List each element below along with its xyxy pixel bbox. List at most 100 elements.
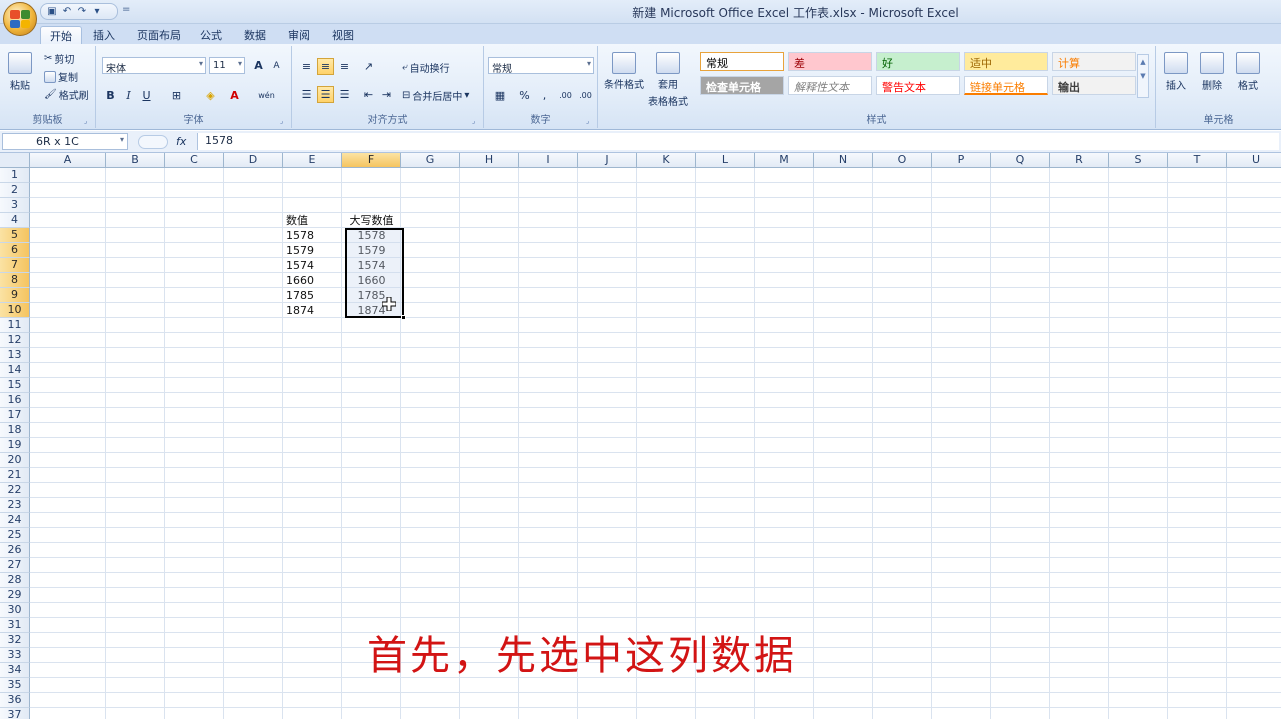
tab-formulas[interactable]: 公式 xyxy=(191,26,231,44)
fill-color-button[interactable]: ◈ xyxy=(202,87,219,104)
cell-e9[interactable]: 1785 xyxy=(283,288,342,303)
cell-e7[interactable]: 1574 xyxy=(283,258,342,273)
style-warning[interactable]: 警告文本 xyxy=(876,76,960,95)
style-linked-cell[interactable]: 链接单元格 xyxy=(964,76,1048,95)
italic-button[interactable]: I xyxy=(120,87,137,104)
merge-center-button[interactable]: ⊟ 合并后居中 ▾ xyxy=(402,88,469,103)
column-header-m[interactable]: M xyxy=(755,153,814,168)
font-size-select[interactable]: 11 ▾ xyxy=(209,57,245,74)
column-header-h[interactable]: H xyxy=(460,153,519,168)
row-header-1[interactable]: 1 xyxy=(0,168,30,183)
column-header-k[interactable]: K xyxy=(637,153,696,168)
row-header-6[interactable]: 6 xyxy=(0,243,30,258)
column-header-g[interactable]: G xyxy=(401,153,460,168)
row-header-25[interactable]: 25 xyxy=(0,528,30,543)
style-output[interactable]: 输出 xyxy=(1052,76,1136,95)
font-name-select[interactable]: 宋体 ▾ xyxy=(102,57,206,75)
align-left-button[interactable]: ☰ xyxy=(298,86,315,103)
tab-home[interactable]: 开始 xyxy=(40,26,82,44)
column-header-e[interactable]: E xyxy=(283,153,342,168)
cell-e6[interactable]: 1579 xyxy=(283,243,342,258)
row-header-14[interactable]: 14 xyxy=(0,363,30,378)
name-box[interactable]: 6R x 1C ▾ xyxy=(2,133,128,150)
column-header-n[interactable]: N xyxy=(814,153,873,168)
bold-button[interactable]: B xyxy=(102,87,119,104)
column-header-t[interactable]: T xyxy=(1168,153,1227,168)
underline-button[interactable]: U xyxy=(138,87,155,104)
currency-button[interactable]: ▦ xyxy=(488,87,512,104)
column-header-b[interactable]: B xyxy=(106,153,165,168)
row-header-15[interactable]: 15 xyxy=(0,378,30,393)
format-painter-button[interactable]: 🖌 格式刷 xyxy=(44,87,89,102)
row-header-29[interactable]: 29 xyxy=(0,588,30,603)
number-format-select[interactable]: 常规 ▾ xyxy=(488,57,594,75)
row-header-5[interactable]: 5 xyxy=(0,228,30,243)
row-header-37[interactable]: 37 xyxy=(0,708,30,719)
row-header-9[interactable]: 9 xyxy=(0,288,30,303)
align-middle-button[interactable]: ≡ xyxy=(317,58,334,75)
style-bad[interactable]: 差 xyxy=(788,52,872,71)
conditional-format-button[interactable]: 条件格式 xyxy=(604,52,644,91)
format-cells-button[interactable]: 格式 xyxy=(1236,52,1260,92)
cell-e10[interactable]: 1874 xyxy=(283,303,342,318)
tab-data[interactable]: 数据 xyxy=(235,26,275,44)
column-header-i[interactable]: I xyxy=(519,153,578,168)
row-header-21[interactable]: 21 xyxy=(0,468,30,483)
dialog-launcher-icon[interactable]: ⌟ xyxy=(84,117,92,125)
decrease-indent-button[interactable]: ⇤ xyxy=(360,86,377,103)
column-header-c[interactable]: C xyxy=(165,153,224,168)
font-color-button[interactable]: A xyxy=(226,87,243,104)
row-header-34[interactable]: 34 xyxy=(0,663,30,678)
column-header-r[interactable]: R xyxy=(1050,153,1109,168)
align-right-button[interactable]: ☰ xyxy=(336,86,353,103)
formula-bar-handle[interactable] xyxy=(138,135,168,149)
column-header-q[interactable]: Q xyxy=(991,153,1050,168)
shrink-font-button[interactable]: A xyxy=(268,57,285,74)
cell-e5[interactable]: 1578 xyxy=(283,228,342,243)
row-header-8[interactable]: 8 xyxy=(0,273,30,288)
row-header-3[interactable]: 3 xyxy=(0,198,30,213)
style-normal[interactable]: 常规 xyxy=(700,52,784,71)
phonetic-button[interactable]: wén xyxy=(258,87,275,104)
row-header-7[interactable]: 7 xyxy=(0,258,30,273)
align-bottom-button[interactable]: ≡ xyxy=(336,58,353,75)
increase-decimal-button[interactable]: .00 xyxy=(556,87,575,104)
tab-page-layout[interactable]: 页面布局 xyxy=(128,26,190,44)
column-header-j[interactable]: J xyxy=(578,153,637,168)
align-top-button[interactable]: ≡ xyxy=(298,58,315,75)
orientation-button[interactable]: ↗ xyxy=(360,58,377,75)
row-header-4[interactable]: 4 xyxy=(0,213,30,228)
comma-button[interactable]: , xyxy=(536,87,553,104)
row-header-35[interactable]: 35 xyxy=(0,678,30,693)
border-button[interactable]: ⊞ xyxy=(168,87,185,104)
wrap-text-button[interactable]: ⤶ 自动换行 xyxy=(402,60,450,75)
cell-e4[interactable]: 数值 xyxy=(283,213,342,228)
row-header-23[interactable]: 23 xyxy=(0,498,30,513)
dialog-launcher-icon[interactable]: ⌟ xyxy=(586,117,594,125)
style-check-cell[interactable]: 检查单元格 xyxy=(700,76,784,95)
format-as-table-button[interactable]: 套用 表格格式 xyxy=(648,52,688,108)
row-header-32[interactable]: 32 xyxy=(0,633,30,648)
column-header-p[interactable]: P xyxy=(932,153,991,168)
style-neutral[interactable]: 适中 xyxy=(964,52,1048,71)
delete-cells-button[interactable]: 删除 xyxy=(1200,52,1224,92)
percent-button[interactable]: % xyxy=(516,87,533,104)
align-center-button[interactable]: ☰ xyxy=(317,86,334,103)
grow-font-button[interactable]: A xyxy=(250,57,267,74)
column-header-s[interactable]: S xyxy=(1109,153,1168,168)
select-all-button[interactable] xyxy=(0,153,30,168)
row-header-22[interactable]: 22 xyxy=(0,483,30,498)
column-header-f[interactable]: F xyxy=(342,153,401,168)
row-header-17[interactable]: 17 xyxy=(0,408,30,423)
row-header-2[interactable]: 2 xyxy=(0,183,30,198)
row-header-19[interactable]: 19 xyxy=(0,438,30,453)
decrease-decimal-button[interactable]: .00 xyxy=(576,87,595,104)
copy-button[interactable]: 复制 xyxy=(44,69,78,84)
insert-function-icon[interactable]: fx xyxy=(176,135,186,148)
column-header-o[interactable]: O xyxy=(873,153,932,168)
insert-cells-button[interactable]: 插入 xyxy=(1164,52,1188,92)
row-header-28[interactable]: 28 xyxy=(0,573,30,588)
row-header-33[interactable]: 33 xyxy=(0,648,30,663)
row-header-26[interactable]: 26 xyxy=(0,543,30,558)
cell-f4[interactable]: 大写数值 xyxy=(342,213,401,228)
